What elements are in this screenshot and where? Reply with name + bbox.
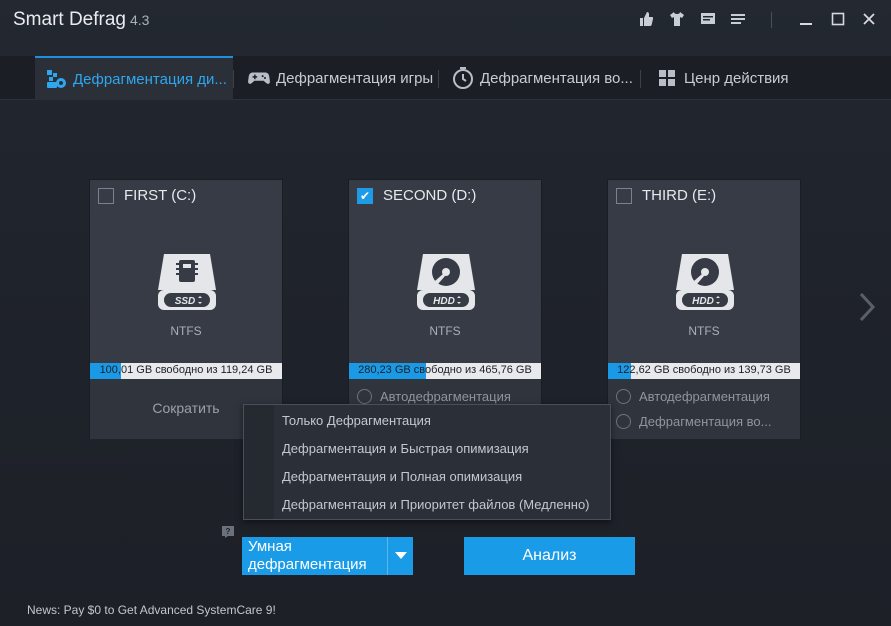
auto-defrag-label: Автодефрагментация	[380, 388, 511, 404]
disk-usage-text: 122,62 GB свободно из 139,73 GB	[617, 364, 791, 376]
drive-card-e[interactable]: THIRD (E:) HDD NTFS 122,62 GB свободно и…	[607, 179, 801, 439]
boot-defrag-label: Дефрагментация во...	[639, 413, 772, 429]
tab-boot-defrag[interactable]: Дефрагментация во...	[452, 56, 638, 100]
tshirt-icon[interactable]	[668, 10, 686, 28]
drive-checkbox[interactable]	[98, 188, 114, 204]
drive-card-c[interactable]: FIRST (C:) SSD NTFS 100,01 GB свободно и…	[89, 179, 283, 439]
drive-checkbox[interactable]: ✔	[357, 188, 373, 204]
disk-usage-bar: 100,01 GB свободно из 119,24 GB	[90, 363, 282, 379]
tab-bar: Дефрагментация ди... Дефрагментация игры…	[0, 56, 891, 100]
close-button[interactable]	[858, 8, 880, 30]
minimize-button[interactable]	[795, 8, 817, 30]
defrag-disk-icon	[45, 68, 67, 90]
message-icon[interactable]	[699, 10, 717, 28]
app-window: Smart Defrag 4.3 Дефрагментация ди... Де…	[0, 0, 891, 626]
drive-card-footer: Автодефрагментация Дефрагментация во...	[608, 379, 800, 439]
help-icon[interactable]: ?	[222, 525, 234, 538]
drive-checkbox[interactable]	[616, 188, 632, 204]
defrag-mode-value: Умная дефрагментация	[248, 538, 367, 573]
maximize-button[interactable]	[827, 8, 849, 30]
tab-divider	[233, 70, 234, 88]
radio-button[interactable]	[357, 388, 372, 404]
drive-card-header: THIRD (E:)	[608, 180, 800, 210]
hdd-drive-icon: HDD	[413, 248, 479, 314]
tab-game-defrag[interactable]: Дефрагментация игры	[248, 56, 436, 100]
drive-name: THIRD (E:)	[642, 187, 717, 204]
drive-name: FIRST (C:)	[124, 187, 197, 204]
disk-usage-text: 100,01 GB свободно из 119,24 GB	[99, 364, 273, 376]
tab-label: Дефрагментация ди...	[73, 70, 227, 88]
svg-text:SSD: SSD	[175, 296, 196, 307]
disk-usage-bar: 280,23 GB свободно из 465,76 GB	[349, 363, 541, 379]
file-system-label: NTFS	[429, 324, 461, 338]
tab-label: Ценр действия	[684, 69, 789, 87]
disk-usage-text: 280,23 GB свободно из 465,76 GB	[358, 364, 532, 376]
menu-item-defrag-fast-optimize[interactable]: Дефрагментация и Быстрая опимизация	[274, 435, 610, 463]
toolbar-separator	[771, 12, 772, 28]
svg-text:HDD: HDD	[433, 296, 455, 307]
chevron-down-icon[interactable]	[387, 537, 413, 575]
next-drives-chevron-icon[interactable]	[856, 292, 878, 322]
grid-icon	[656, 67, 678, 89]
menu-item-defrag-only[interactable]: Только Дефрагментация	[274, 407, 610, 435]
tab-disk-defrag[interactable]: Дефрагментация ди...	[35, 56, 233, 100]
defrag-mode-menu: Только Дефрагментация Дефрагментация и Б…	[243, 404, 611, 520]
drive-card-header: ✔ SECOND (D:)	[349, 180, 541, 210]
drive-name: SECOND (D:)	[383, 187, 477, 204]
disk-usage-bar: 122,62 GB свободно из 139,73 GB	[608, 363, 800, 379]
auto-defrag-option[interactable]: Автодефрагментация	[357, 387, 511, 405]
app-name: Smart Defrag	[13, 9, 126, 30]
menu-icon[interactable]	[729, 10, 747, 28]
title-bar: Smart Defrag 4.3	[0, 0, 891, 56]
file-system-label: NTFS	[170, 324, 202, 338]
boot-defrag-option[interactable]: Дефрагментация во...	[616, 412, 772, 430]
tab-label: Дефрагментация игры	[276, 69, 434, 87]
news-link[interactable]: News: Pay $0 to Get Advanced SystemCare …	[27, 603, 276, 617]
svg-text:?: ?	[226, 527, 231, 536]
tab-label: Дефрагментация во...	[480, 69, 633, 87]
radio-button[interactable]	[616, 413, 631, 429]
clock-icon	[452, 67, 474, 89]
drive-card-header: FIRST (C:)	[90, 180, 282, 210]
defrag-mode-select[interactable]: Умная дефрагментация	[242, 537, 413, 575]
drive-card-d[interactable]: ✔ SECOND (D:) HDD NTFS 280,23 GB свободн…	[348, 179, 542, 439]
tab-action-center[interactable]: Ценр действия	[656, 56, 806, 100]
app-title: Smart Defrag 4.3	[13, 9, 149, 31]
file-system-label: NTFS	[688, 324, 720, 338]
thumbs-up-icon[interactable]	[637, 10, 655, 28]
analyze-button[interactable]: Анализ	[464, 537, 635, 575]
app-version: 4.3	[129, 12, 150, 28]
auto-defrag-label: Автодефрагментация	[639, 388, 770, 404]
tab-divider	[640, 70, 641, 88]
gamepad-icon	[248, 67, 270, 89]
radio-button[interactable]	[616, 388, 631, 404]
menu-item-defrag-priority-files[interactable]: Дефрагментация и Приоритет файлов (Медле…	[274, 491, 610, 519]
ssd-drive-icon: SSD	[154, 248, 220, 314]
menu-item-defrag-full-optimize[interactable]: Дефрагментация и Полная опимизация	[274, 463, 610, 491]
auto-defrag-option[interactable]: Автодефрагментация	[616, 387, 770, 405]
tab-divider	[438, 70, 439, 88]
menu-gutter	[244, 405, 274, 519]
hdd-drive-icon: HDD	[672, 248, 738, 314]
svg-text:HDD: HDD	[692, 296, 714, 307]
